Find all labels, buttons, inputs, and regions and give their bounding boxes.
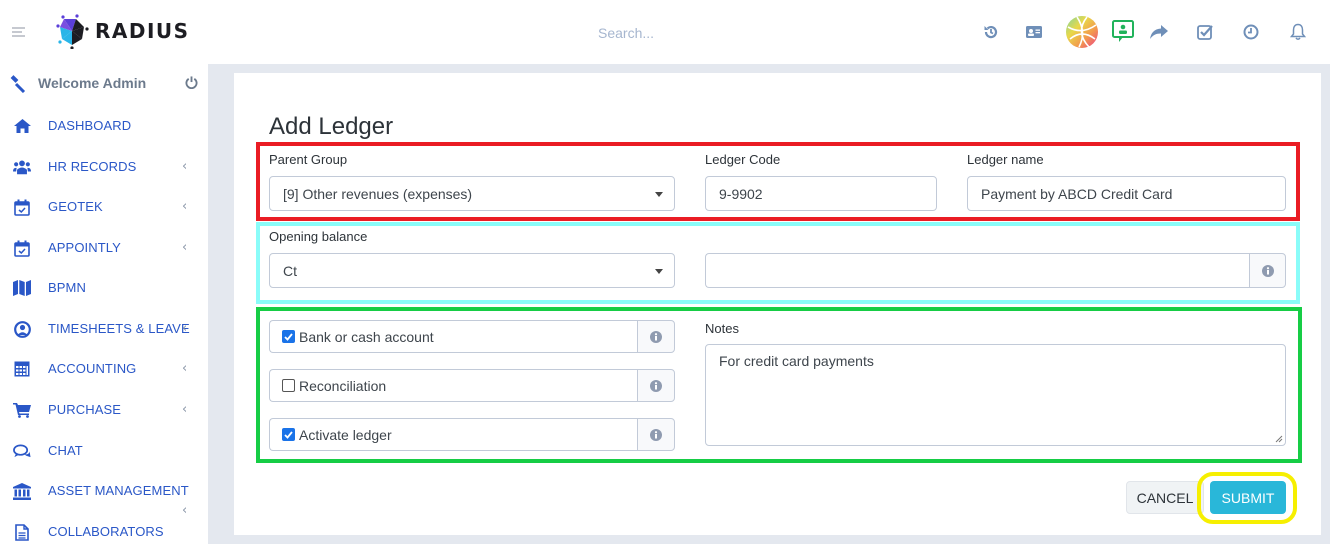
map-icon [13, 279, 31, 297]
sidebar-item-asset-management[interactable]: ASSET MANAGEMENT ‹ [0, 475, 208, 518]
notes-textarea[interactable]: For credit card payments [705, 344, 1286, 446]
search-input[interactable] [598, 22, 818, 44]
sidebar-item-dashboard[interactable]: DASHBOARD [0, 110, 208, 140]
chevron-left-icon: ‹ [182, 199, 188, 214]
sidebar-item-timesheets-leave[interactable]: TIMESHEETS & LEAVE ‹ [0, 313, 208, 343]
checkbox-checked-icon[interactable] [282, 428, 295, 441]
parent-group-value: [9] Other revenues (expenses) [283, 185, 473, 202]
history-icon[interactable] [975, 14, 1007, 50]
checkbox-label: Activate ledger [299, 426, 392, 443]
submit-button[interactable]: SUBMIT [1210, 481, 1286, 514]
sidebar-item-collaborators[interactable]: COLLABORATORS [0, 516, 208, 544]
chat-icon [13, 442, 31, 460]
chevron-left-icon: ‹ [182, 240, 188, 255]
info-icon [650, 330, 662, 343]
sidebar-item-geotek[interactable]: GEOTEK ‹ [0, 191, 208, 221]
sidebar-item-hr-records[interactable]: HR RECORDS ‹ [0, 151, 208, 181]
info-icon [650, 379, 662, 392]
sidebar-item-label: GEOTEK [48, 199, 103, 214]
reconciliation-info-addon[interactable] [637, 369, 675, 402]
chevron-left-icon: ‹ [182, 361, 188, 376]
notes-value: For credit card payments [719, 353, 874, 369]
calculator-icon [13, 360, 31, 378]
share-icon[interactable] [1143, 14, 1175, 50]
page-title: Add Ledger [269, 113, 394, 140]
sidebar-item-chat[interactable]: CHAT [0, 435, 208, 465]
calendar-check-icon [13, 198, 31, 216]
checkbox-bank-or-cash-account[interactable]: Bank or cash account [269, 320, 638, 353]
sidebar-item-label: DASHBOARD [48, 118, 132, 133]
sidebar-item-bpmn[interactable]: BPMN [0, 272, 208, 302]
welcome-text: Welcome Admin [38, 75, 147, 91]
opening-balance-amount-input[interactable] [705, 253, 1250, 288]
sidebar-item-label: CHAT [48, 443, 83, 458]
caret-down-icon [655, 192, 663, 197]
users-icon [13, 158, 31, 176]
sidebar-item-label: HR RECORDS [48, 159, 137, 174]
opening-balance-label: Opening balance [269, 229, 368, 244]
parent-group-label: Parent Group [269, 152, 348, 167]
sidebar: Welcome Admin DASHBOARD HR RECORDS ‹ GEO… [0, 64, 208, 544]
sidebar-item-label: TIMESHEETS & LEAVE [48, 321, 190, 336]
info-icon [650, 428, 662, 441]
brand-name: RADIUS [95, 19, 190, 43]
resize-grip-icon[interactable] [1275, 435, 1283, 443]
top-header: RADIUS [0, 0, 1330, 64]
ledger-name-value: Payment by ABCD Credit Card [981, 185, 1173, 202]
checkbox-label: Reconciliation [299, 377, 387, 394]
ledger-name-input[interactable]: Payment by ABCD Credit Card [967, 176, 1286, 211]
bell-icon[interactable] [1282, 14, 1314, 50]
parent-group-select[interactable]: [9] Other revenues (expenses) [269, 176, 675, 211]
form-card [234, 73, 1321, 535]
presentation-user-icon[interactable] [1107, 14, 1139, 50]
ledger-name-label: Ledger name [967, 152, 1044, 167]
opening-balance-type-value: Ct [283, 262, 297, 279]
menu-toggle-icon[interactable] [12, 27, 25, 37]
sidebar-item-label: PURCHASE [48, 402, 122, 417]
notes-label: Notes [705, 321, 739, 336]
opening-balance-info-addon[interactable] [1249, 253, 1286, 288]
checkbox-reconciliation[interactable]: Reconciliation [269, 369, 638, 402]
sidebar-item-appointly[interactable]: APPOINTLY ‹ [0, 232, 208, 262]
caret-down-icon [655, 269, 663, 274]
radius-logo-icon [56, 14, 89, 49]
sidebar-item-label: BPMN [48, 280, 86, 295]
sidebar-item-accounting[interactable]: ACCOUNTING ‹ [0, 353, 208, 383]
welcome-bar: Welcome Admin [0, 72, 208, 94]
home-icon [13, 117, 31, 135]
ledger-code-label: Ledger Code [705, 152, 781, 167]
sidebar-item-purchase[interactable]: PURCHASE ‹ [0, 394, 208, 424]
sidebar-item-label: ACCOUNTING [48, 361, 137, 376]
checkbox-checked-icon[interactable] [282, 330, 295, 343]
calendar-check-icon [13, 239, 31, 257]
checkbox-label: Bank or cash account [299, 328, 434, 345]
cancel-button[interactable]: CANCEL [1126, 481, 1204, 514]
globe-avatar-icon[interactable] [1064, 14, 1100, 50]
chevron-left-icon: ‹ [182, 402, 188, 417]
gavel-icon [10, 75, 26, 93]
ledger-code-value: 9-9902 [719, 185, 763, 202]
sidebar-item-label: ASSET MANAGEMENT [48, 483, 189, 498]
sidebar-item-label: COLLABORATORS [48, 524, 164, 539]
user-circle-icon [13, 320, 31, 338]
contact-card-icon[interactable] [1018, 14, 1050, 50]
document-icon [13, 523, 31, 541]
power-icon[interactable] [185, 76, 198, 89]
logo[interactable]: RADIUS [54, 13, 190, 49]
opening-balance-type-select[interactable]: Ct [269, 253, 675, 288]
checkbox-tasks-icon[interactable] [1189, 14, 1221, 50]
info-icon [1261, 264, 1274, 277]
chevron-left-icon: ‹ [182, 159, 188, 174]
cart-icon [13, 401, 31, 419]
checkbox-unchecked-icon[interactable] [282, 379, 295, 392]
ledger-code-input[interactable]: 9-9902 [705, 176, 937, 211]
bank-cash-info-addon[interactable] [637, 320, 675, 353]
sidebar-item-label: APPOINTLY [48, 240, 121, 255]
chevron-left-icon: ‹ [182, 321, 188, 336]
clock-icon[interactable] [1235, 14, 1267, 50]
checkbox-activate-ledger[interactable]: Activate ledger [269, 418, 638, 451]
activate-ledger-info-addon[interactable] [637, 418, 675, 451]
bank-icon [13, 482, 31, 500]
